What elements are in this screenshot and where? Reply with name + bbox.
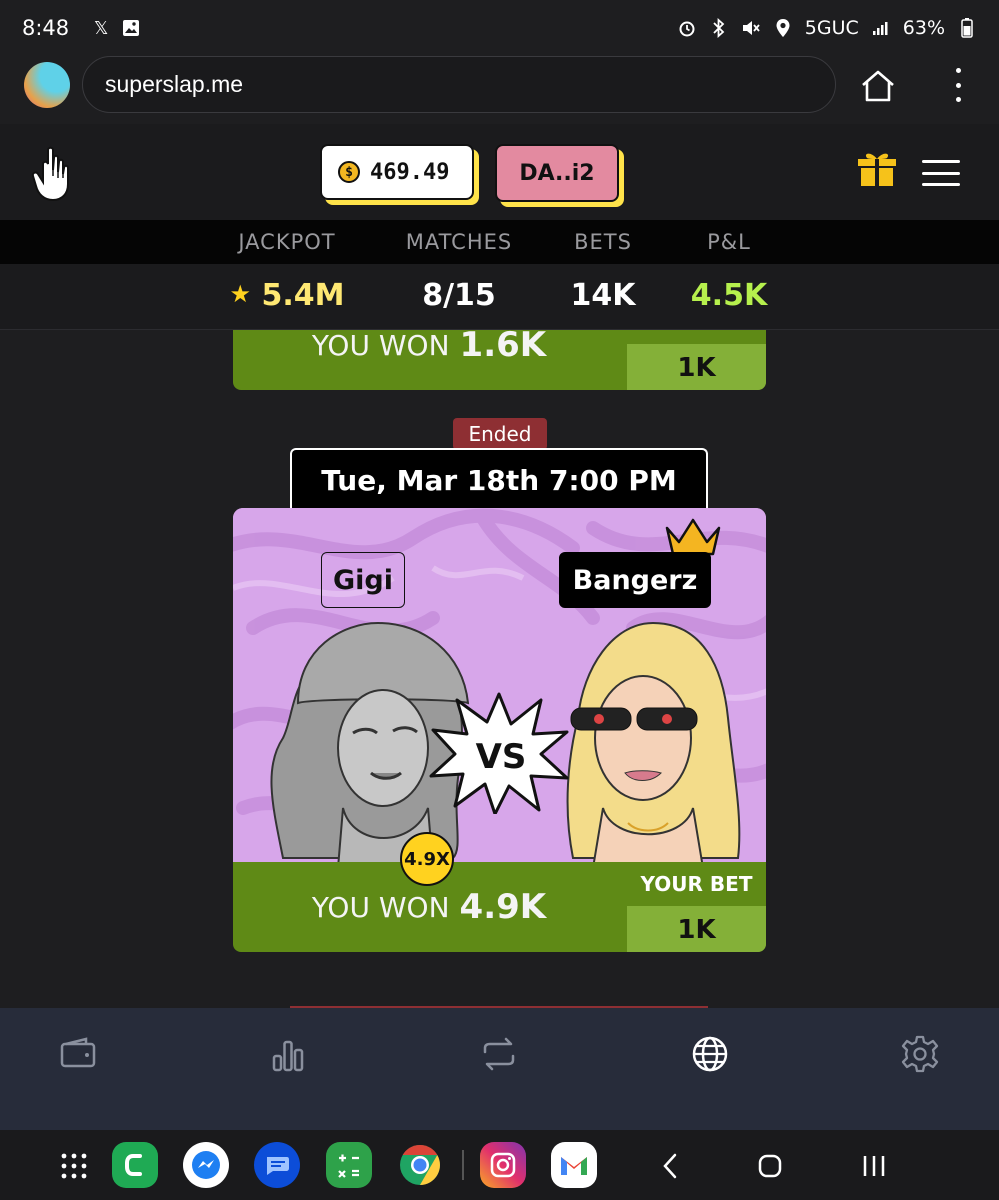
stat-label-jackpot: JACKPOT bbox=[238, 230, 336, 254]
match-feed[interactable]: YOU WON 1.6K YOUR BET 1K Ended Tue, Mar … bbox=[0, 330, 999, 1008]
app-header: $ 469.49 DA..i2 bbox=[0, 124, 999, 220]
gift-icon[interactable] bbox=[857, 150, 897, 188]
home-nav-icon[interactable] bbox=[756, 1152, 784, 1180]
x-app-icon: 𝕏 bbox=[93, 17, 109, 39]
leaderboard-icon[interactable] bbox=[268, 1034, 308, 1074]
wallet-address-button[interactable]: DA..i2 bbox=[495, 144, 619, 202]
settings-icon[interactable] bbox=[900, 1034, 940, 1074]
bet-cell: YOUR BET 1K bbox=[627, 862, 766, 952]
signal-icon bbox=[871, 18, 891, 38]
url-bar[interactable]: superslap.me bbox=[82, 56, 836, 113]
jackpot-value: 5.4M bbox=[261, 278, 345, 313]
vs-burst: VS bbox=[429, 692, 569, 814]
stat-label-matches: MATCHES bbox=[405, 230, 513, 254]
wallet-address: DA..i2 bbox=[519, 160, 595, 186]
url-text: superslap.me bbox=[105, 71, 244, 97]
stat-value-pnl: 4.5K bbox=[690, 278, 768, 313]
calculator-app-icon[interactable] bbox=[326, 1142, 372, 1188]
stats-labels-row: JACKPOT MATCHES BETS P&L bbox=[0, 220, 999, 264]
messenger-app-icon[interactable] bbox=[183, 1142, 229, 1188]
previous-match-result: YOU WON 1.6K YOUR BET 1K bbox=[233, 330, 766, 390]
wallet-icon[interactable] bbox=[58, 1034, 98, 1074]
match-datetime: Tue, Mar 18th 7:00 PM bbox=[290, 448, 708, 510]
stat-label-pnl: P&L bbox=[707, 230, 751, 254]
back-nav-icon[interactable] bbox=[660, 1152, 680, 1180]
status-bar: 8:48 𝕏 5GUC 63% bbox=[0, 0, 999, 56]
odds-badge: 4.9X bbox=[400, 832, 454, 886]
more-options-icon[interactable] bbox=[948, 68, 968, 102]
won-prefix: YOU WON bbox=[311, 890, 450, 924]
bottom-navigation bbox=[0, 1008, 999, 1130]
previous-bet-amount: 1K bbox=[677, 353, 716, 383]
vs-label: VS bbox=[476, 737, 527, 777]
bet-label: YOUR BET bbox=[627, 862, 766, 906]
battery-icon bbox=[957, 18, 977, 38]
stats-values-row: ★ 5.4M 8/15 14K 4.5K bbox=[0, 264, 999, 330]
match-status-badge: Ended bbox=[453, 418, 547, 450]
hand-logo-icon[interactable] bbox=[30, 146, 76, 202]
balance-amount: 469.49 bbox=[370, 159, 450, 185]
previous-won-prefix: YOU WON bbox=[311, 330, 450, 362]
globe-icon[interactable] bbox=[690, 1034, 730, 1074]
mute-icon bbox=[741, 18, 761, 38]
home-icon[interactable] bbox=[858, 66, 898, 106]
previous-bet-label: YOUR BET bbox=[627, 330, 766, 344]
browser-bar: superslap.me bbox=[0, 56, 999, 124]
recents-nav-icon[interactable] bbox=[860, 1152, 888, 1180]
instagram-app-icon[interactable] bbox=[480, 1142, 526, 1188]
previous-won-cell: YOU WON 1.6K bbox=[233, 330, 625, 390]
status-time: 8:48 bbox=[22, 16, 70, 40]
match-result: YOU WON 4.9K YOUR BET 1K bbox=[233, 862, 766, 952]
coin-icon: $ bbox=[338, 161, 360, 183]
bet-amount: 1K bbox=[677, 915, 716, 945]
alarm-icon bbox=[677, 18, 697, 38]
chrome-app-icon[interactable] bbox=[397, 1142, 443, 1188]
app-drawer-icon[interactable] bbox=[60, 1152, 88, 1180]
stat-value-jackpot: ★ 5.4M bbox=[212, 278, 362, 313]
swap-icon[interactable] bbox=[479, 1034, 519, 1074]
star-icon: ★ bbox=[229, 280, 252, 308]
previous-won-amount: 1.6K bbox=[459, 330, 547, 365]
fighter-left-name: Gigi bbox=[321, 552, 405, 608]
phone-app-icon[interactable] bbox=[112, 1142, 158, 1188]
bluetooth-icon bbox=[709, 18, 729, 38]
hamburger-menu-icon[interactable] bbox=[922, 160, 960, 186]
balance-pill[interactable]: $ 469.49 bbox=[320, 144, 474, 200]
android-navigation-bar bbox=[0, 1130, 999, 1200]
dock-divider bbox=[462, 1150, 464, 1180]
match-card[interactable]: Gigi Bangerz VS bbox=[233, 508, 766, 862]
stat-value-matches: 8/15 bbox=[422, 278, 496, 313]
battery-label: 63% bbox=[902, 17, 945, 39]
won-amount: 4.9K bbox=[459, 887, 547, 927]
fighter-right-name: Bangerz bbox=[559, 552, 711, 608]
previous-bet-cell: YOUR BET 1K bbox=[627, 330, 766, 390]
network-label: 5GUC bbox=[804, 17, 859, 39]
gallery-icon bbox=[121, 18, 141, 38]
gmail-app-icon[interactable] bbox=[551, 1142, 597, 1188]
messages-app-icon[interactable] bbox=[254, 1142, 300, 1188]
location-icon bbox=[773, 18, 793, 38]
browser-profile-avatar[interactable] bbox=[24, 62, 70, 108]
